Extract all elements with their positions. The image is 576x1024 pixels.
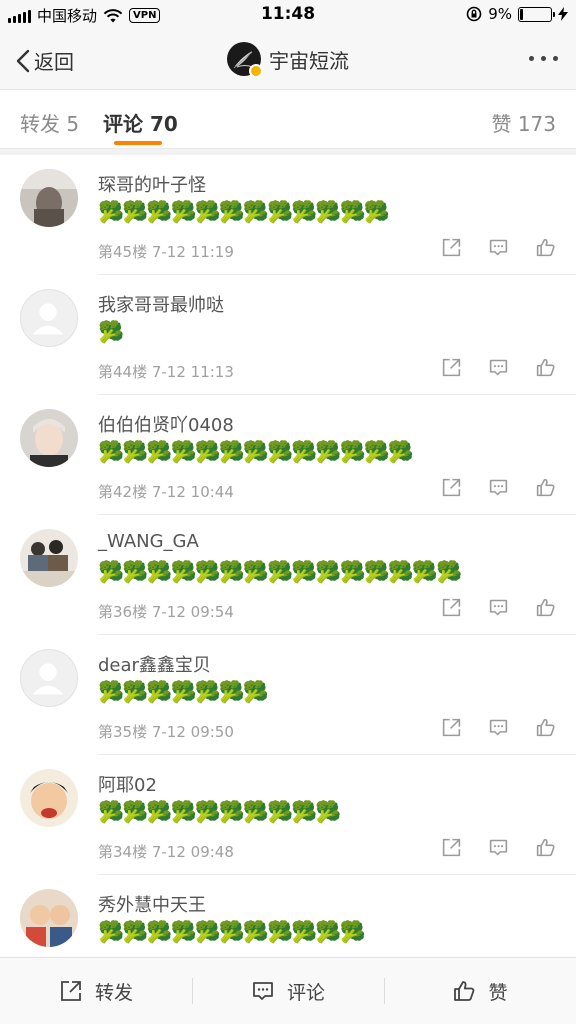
share-icon[interactable] <box>441 597 462 618</box>
like-label: 赞 <box>488 981 508 1004</box>
comment-actions <box>441 357 556 378</box>
comment-content: 🥦🥦🥦🥦🥦🥦🥦🥦🥦🥦🥦🥦 <box>98 200 390 224</box>
tab-forward[interactable]: 转发 5 <box>20 108 79 137</box>
comment-meta: 第36楼 7-12 09:54 <box>98 603 234 621</box>
commenter-avatar[interactable] <box>20 769 78 827</box>
charging-icon <box>558 7 568 21</box>
share-icon[interactable] <box>441 717 462 738</box>
comment-item[interactable]: _WANG_GA 🥦🥦🥦🥦🥦🥦🥦🥦🥦🥦🥦🥦🥦🥦🥦 第36楼 7-12 09:54 <box>0 515 576 635</box>
commenter-name[interactable]: 秀外慧中天王 <box>98 891 206 917</box>
battery-fill <box>520 8 523 20</box>
active-tab-indicator <box>114 141 162 145</box>
comment-content: 🥦🥦🥦🥦🥦🥦🥦🥦🥦🥦 <box>98 800 341 824</box>
commenter-avatar[interactable] <box>20 889 78 947</box>
battery-icon <box>518 6 555 22</box>
comment-meta: 第44楼 7-12 11:13 <box>98 363 234 381</box>
default-avatar-icon[interactable] <box>20 649 78 707</box>
commenter-name[interactable]: _WANG_GA <box>98 531 199 552</box>
comment-actions <box>441 837 556 858</box>
commenter-avatar[interactable] <box>20 409 78 467</box>
commenter-name[interactable]: 琛哥的叶子怪 <box>98 171 206 197</box>
author-avatar[interactable] <box>227 42 263 78</box>
comment-content: 🥦 <box>98 320 124 344</box>
thumbs-up-icon[interactable] <box>535 357 556 378</box>
forward-label: 转发 <box>94 981 133 1004</box>
reply-icon[interactable] <box>488 717 509 738</box>
comment-item[interactable]: 伯伯伯贤吖0408 🥦🥦🥦🥦🥦🥦🥦🥦🥦🥦🥦🥦🥦 第42楼 7-12 10:44 <box>0 395 576 515</box>
comment-item[interactable]: dear鑫鑫宝贝 🥦🥦🥦🥦🥦🥦🥦 第35楼 7-12 09:50 <box>0 635 576 755</box>
like-button[interactable]: 赞 <box>384 958 576 1024</box>
more-dot-icon <box>553 56 558 61</box>
comment-actions <box>441 477 556 498</box>
comment-label: 评论 <box>286 981 325 1004</box>
navigation-bar: 返回 宇宙短流 <box>0 30 576 90</box>
thumbs-up-icon[interactable] <box>535 717 556 738</box>
reply-icon[interactable] <box>488 837 509 858</box>
nav-title[interactable]: 宇宙短流 <box>0 42 576 78</box>
tab-bar: 转发 5 评论 70 赞 173 <box>0 91 576 149</box>
comment-meta: 第35楼 7-12 09:50 <box>98 723 234 741</box>
thumbs-up-icon[interactable] <box>535 477 556 498</box>
reply-icon[interactable] <box>488 597 509 618</box>
comment-item[interactable]: 秀外慧中天王 🥦🥦🥦🥦🥦🥦🥦🥦🥦🥦🥦 <box>0 875 576 957</box>
commenter-avatar[interactable] <box>20 529 78 587</box>
reply-icon[interactable] <box>488 477 509 498</box>
comment-actions <box>441 237 556 258</box>
comment-item[interactable]: 阿耶02 🥦🥦🥦🥦🥦🥦🥦🥦🥦🥦 第34楼 7-12 09:48 <box>0 755 576 875</box>
comment-meta: 第34楼 7-12 09:48 <box>98 843 234 861</box>
share-icon[interactable] <box>441 357 462 378</box>
comment-content: 🥦🥦🥦🥦🥦🥦🥦🥦🥦🥦🥦 <box>98 920 366 944</box>
comment-button[interactable]: 评论 <box>192 958 384 1024</box>
share-icon <box>61 981 81 1001</box>
comment-icon <box>253 982 273 1000</box>
thumbs-up-icon <box>454 981 475 1001</box>
comment-actions <box>441 597 556 618</box>
share-icon[interactable] <box>441 837 462 858</box>
comment-meta: 第45楼 7-12 11:19 <box>98 243 234 261</box>
thumbs-up-icon[interactable] <box>535 597 556 618</box>
status-bar: 中国移动 VPN 11:48 9% <box>0 0 576 30</box>
battery-percent: 9% <box>488 5 512 23</box>
commenter-name[interactable]: 阿耶02 <box>98 771 157 797</box>
verified-badge-icon <box>249 64 263 78</box>
comment-item[interactable]: 琛哥的叶子怪 🥦🥦🥦🥦🥦🥦🥦🥦🥦🥦🥦🥦 第45楼 7-12 11:19 <box>0 155 576 275</box>
comment-list[interactable]: 琛哥的叶子怪 🥦🥦🥦🥦🥦🥦🥦🥦🥦🥦🥦🥦 第45楼 7-12 11:19 我家哥哥… <box>0 155 576 957</box>
comment-actions <box>441 717 556 738</box>
comment-meta: 第42楼 7-12 10:44 <box>98 483 234 501</box>
thumbs-up-icon[interactable] <box>535 837 556 858</box>
comment-content: 🥦🥦🥦🥦🥦🥦🥦🥦🥦🥦🥦🥦🥦 <box>98 440 414 464</box>
bottom-toolbar: 转发 评论 赞 <box>0 957 576 1024</box>
commenter-name[interactable]: dear鑫鑫宝贝 <box>98 651 211 677</box>
more-dot-icon <box>529 56 534 61</box>
commenter-name[interactable]: 我家哥哥最帅哒 <box>98 291 224 317</box>
tab-likes[interactable]: 赞 173 <box>491 108 556 137</box>
forward-button[interactable]: 转发 <box>0 958 192 1024</box>
default-avatar-icon[interactable] <box>20 289 78 347</box>
commenter-avatar[interactable] <box>20 169 78 227</box>
page-title: 宇宙短流 <box>269 48 349 73</box>
share-icon[interactable] <box>441 237 462 258</box>
comment-content: 🥦🥦🥦🥦🥦🥦🥦🥦🥦🥦🥦🥦🥦🥦🥦 <box>98 560 462 584</box>
share-icon[interactable] <box>441 477 462 498</box>
comment-item[interactable]: 我家哥哥最帅哒 🥦 第44楼 7-12 11:13 <box>0 275 576 395</box>
reply-icon[interactable] <box>488 357 509 378</box>
tab-comments[interactable]: 评论 70 <box>103 108 178 137</box>
rotation-lock-icon <box>466 6 482 22</box>
status-right: 9% <box>466 5 568 23</box>
reply-icon[interactable] <box>488 237 509 258</box>
more-options-button[interactable] <box>529 56 558 61</box>
comment-content: 🥦🥦🥦🥦🥦🥦🥦 <box>98 680 269 704</box>
commenter-name[interactable]: 伯伯伯贤吖0408 <box>98 411 234 437</box>
more-dot-icon <box>541 56 546 61</box>
thumbs-up-icon[interactable] <box>535 237 556 258</box>
